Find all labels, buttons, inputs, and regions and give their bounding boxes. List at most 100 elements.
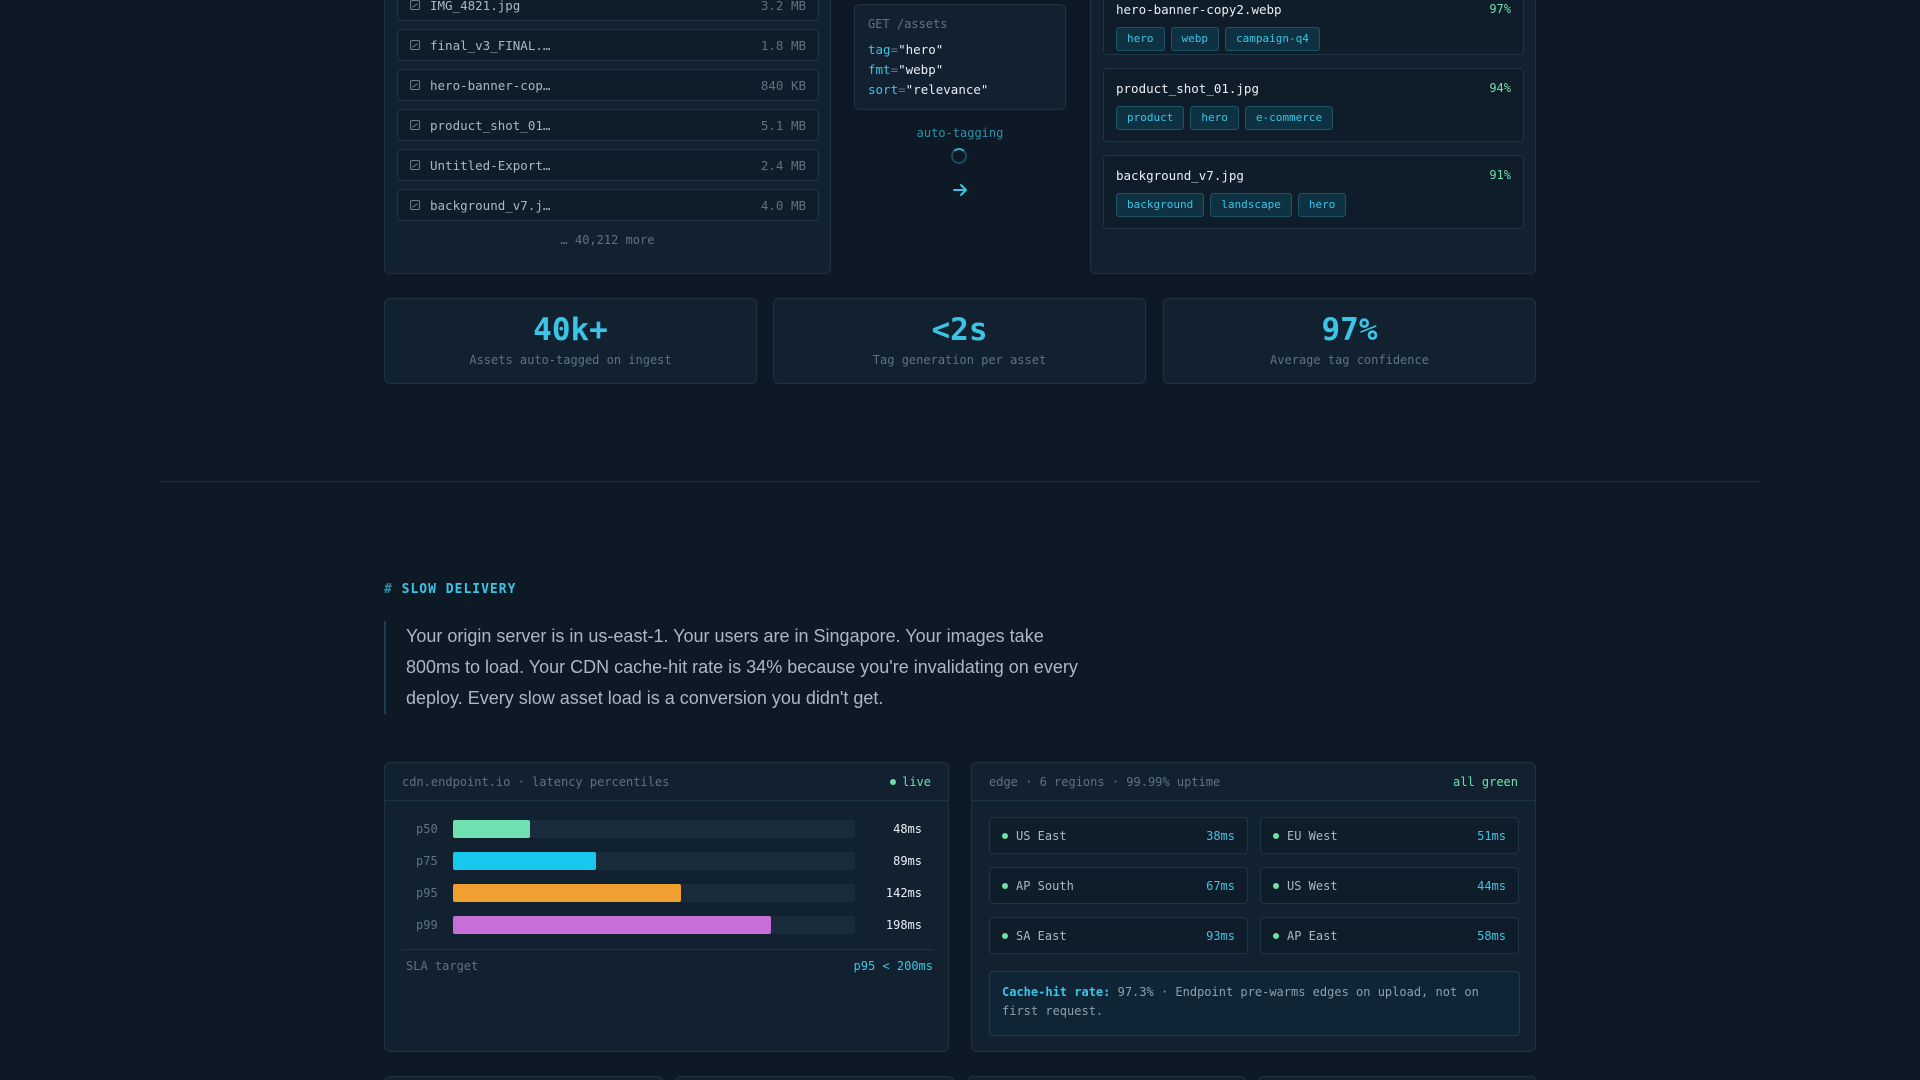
image-file-icon <box>410 80 420 90</box>
cache-hit-note: Cache-hit rate: 97.3% · Endpoint pre-war… <box>989 971 1520 1036</box>
latency-panel: cdn.endpoint.io · latency percentiles li… <box>384 762 949 1052</box>
tag-chip[interactable]: hero <box>1116 27 1165 51</box>
result-card[interactable]: product_shot_01.jpg 94% product hero e-co… <box>1103 68 1524 142</box>
result-file-name: hero-banner-copy2.webp <box>1116 2 1282 17</box>
more-files-link[interactable]: … 40,212 more <box>385 233 830 247</box>
status-dot-icon <box>1002 932 1008 939</box>
image-file-icon <box>410 160 420 170</box>
tag-results-panel: hero-banner-copy2.webp 97% hero webp camp… <box>1090 0 1536 274</box>
image-file-icon <box>410 40 420 50</box>
region-card[interactable]: EU West 51ms <box>1260 817 1519 854</box>
file-name: Untitled-Export… <box>430 157 551 173</box>
latency-bar-fill <box>453 852 597 870</box>
latency-bar-track <box>453 852 855 870</box>
file-size: 4.0 MB <box>760 197 806 213</box>
image-file-icon <box>410 200 420 210</box>
stat-card: 40k+ Assets auto-tagged on ingest <box>384 298 757 384</box>
region-name: EU West <box>1287 828 1338 843</box>
file-row[interactable]: background_v7.j… 4.0 MB <box>397 189 819 221</box>
loading-spinner-icon <box>951 148 967 164</box>
stat-value: 40k+ <box>533 312 608 348</box>
region-card[interactable]: SA East 93ms <box>989 917 1248 954</box>
result-card[interactable]: background_v7.jpg 91% background landscap… <box>1103 155 1524 229</box>
stat-label: Tag generation per asset <box>872 353 1047 367</box>
sla-label: SLA target <box>406 959 479 973</box>
region-name: SA East <box>1016 928 1067 943</box>
region-card[interactable]: US East 38ms <box>989 817 1248 854</box>
percentile-label: p50 <box>416 822 438 836</box>
file-name: final_v3_FINAL.… <box>430 37 551 53</box>
tag-chip[interactable]: landscape <box>1210 193 1292 217</box>
tag-chip[interactable]: e-commerce <box>1244 106 1334 130</box>
tag-chip[interactable]: hero <box>1190 106 1239 130</box>
file-name: IMG_4821.jpg <box>430 0 521 13</box>
latency-value: 48ms <box>893 822 922 836</box>
tag-chip[interactable]: background <box>1116 193 1205 217</box>
region-name: AP East <box>1287 928 1338 943</box>
latency-value: 198ms <box>885 918 922 932</box>
tag-chip[interactable]: product <box>1116 106 1185 130</box>
file-name: hero-banner-cop… <box>430 77 551 93</box>
result-card[interactable]: hero-banner-copy2.webp 97% hero webp camp… <box>1103 0 1524 55</box>
region-latency: 58ms <box>1477 928 1506 943</box>
panel-header: edge · 6 regions · 99.99% uptime all gre… <box>972 763 1535 801</box>
file-row[interactable]: Untitled-Export… 2.4 MB <box>397 149 819 181</box>
status-dot-icon <box>1273 932 1279 939</box>
region-card[interactable]: AP South 67ms <box>989 867 1248 904</box>
latency-bar-fill <box>453 916 772 934</box>
file-list-panel: IMG_4821.jpg 3.2 MB final_v3_FINAL.… 1.8… <box>384 0 831 274</box>
live-indicator: live <box>890 775 931 789</box>
region-latency: 51ms <box>1477 828 1506 843</box>
percentile-label: p99 <box>416 918 438 932</box>
file-size: 1.8 MB <box>760 37 806 53</box>
file-row[interactable]: final_v3_FINAL.… 1.8 MB <box>397 29 819 61</box>
status-dot-icon <box>1273 882 1279 889</box>
status-dot-icon <box>890 778 897 785</box>
latency-row: p50 48ms <box>416 819 922 839</box>
section-heading: # SLOW DELIVERY <box>384 582 517 597</box>
region-name: AP South <box>1016 878 1074 893</box>
region-name: US East <box>1016 828 1067 843</box>
request-method: GET /assets <box>868 17 948 31</box>
latency-row: p75 89ms <box>416 851 922 871</box>
tag-chip[interactable]: hero <box>1297 193 1347 217</box>
region-card[interactable]: US West 44ms <box>1260 867 1519 904</box>
section-divider <box>160 481 1760 482</box>
feature-card <box>675 1076 954 1080</box>
feature-card <box>967 1076 1246 1080</box>
edge-status: all green <box>1452 774 1518 789</box>
result-file-name: background_v7.jpg <box>1116 168 1244 183</box>
auto-tagging-status: auto-tagging <box>916 126 1004 140</box>
file-size: 2.4 MB <box>760 157 806 173</box>
request-param: fmt="webp" <box>868 62 944 77</box>
confidence-score: 97% <box>1489 2 1511 16</box>
request-param: tag="hero" <box>868 42 944 57</box>
region-card[interactable]: AP East 58ms <box>1260 917 1519 954</box>
latency-bar-track <box>453 884 855 902</box>
latency-value: 142ms <box>885 886 922 900</box>
stat-value: 97% <box>1321 312 1378 348</box>
file-size: 3.2 MB <box>760 0 806 13</box>
file-name: background_v7.j… <box>430 197 551 213</box>
file-size: 5.1 MB <box>760 117 806 133</box>
request-param: sort="relevance" <box>868 82 989 97</box>
edge-header-title: edge · 6 regions · 99.99% uptime <box>989 774 1221 789</box>
file-row[interactable]: IMG_4821.jpg 3.2 MB <box>397 0 819 21</box>
tag-chip[interactable]: webp <box>1170 27 1219 51</box>
region-name: US West <box>1287 878 1338 893</box>
file-row[interactable]: hero-banner-cop… 840 KB <box>397 69 819 101</box>
file-name: product_shot_01… <box>430 117 551 133</box>
latency-bar-fill <box>453 884 682 902</box>
image-file-icon <box>410 120 420 130</box>
file-row[interactable]: product_shot_01… 5.1 MB <box>397 109 819 141</box>
latency-bar-track <box>453 820 855 838</box>
panel-header: cdn.endpoint.io · latency percentiles li… <box>385 763 948 801</box>
section-description: Your origin server is in us-east-1. Your… <box>384 621 1084 714</box>
latency-bar-track <box>453 916 855 934</box>
confidence-score: 94% <box>1489 81 1511 95</box>
tag-chip[interactable]: campaign-q4 <box>1225 27 1320 51</box>
stat-card: 97% Average tag confidence <box>1163 298 1536 384</box>
status-dot-icon <box>1002 882 1008 889</box>
stat-value: <2s <box>931 312 988 348</box>
region-latency: 38ms <box>1206 828 1235 843</box>
